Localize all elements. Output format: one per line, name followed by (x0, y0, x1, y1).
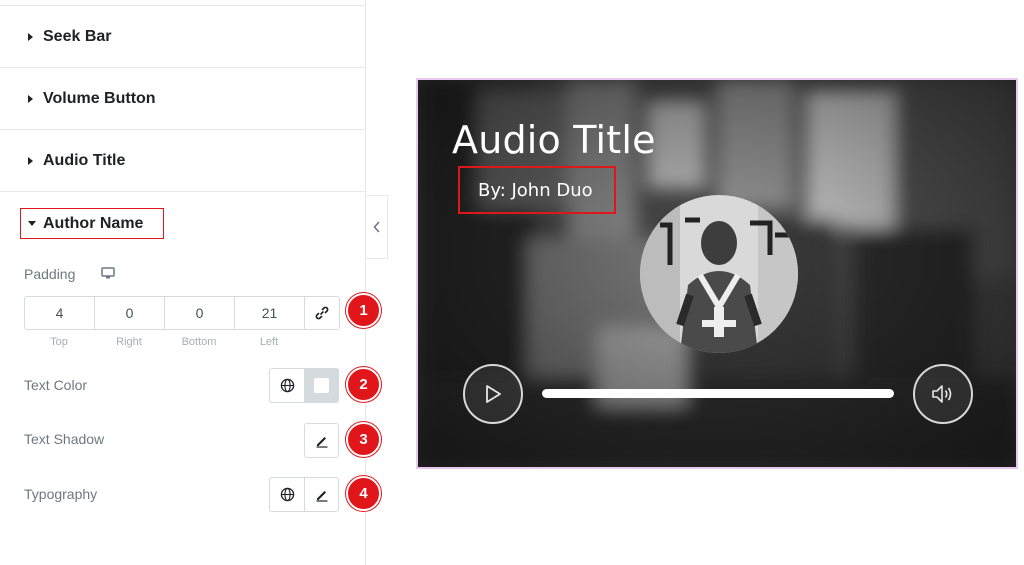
padding-top-input[interactable]: 4 (24, 296, 94, 330)
text-shadow-controls (304, 423, 339, 458)
global-typography-button[interactable] (269, 477, 304, 512)
section-label: Audio Title (43, 151, 126, 169)
album-cover (640, 195, 798, 353)
text-shadow-label: Text Shadow (24, 431, 105, 447)
author-name: By: John Duo (478, 179, 593, 201)
volume-icon (932, 385, 952, 403)
color-swatch (314, 378, 329, 393)
album-cover-image (640, 195, 798, 353)
padding-bottom-input[interactable]: 0 (164, 296, 234, 330)
typography-label: Typography (24, 486, 98, 502)
step-badge-2: 2 (346, 367, 381, 402)
section-label: Author Name (43, 214, 144, 232)
padding-label: Padding (24, 266, 76, 282)
edit-text-shadow-button[interactable] (304, 423, 339, 458)
section-label: Volume Button (43, 89, 156, 107)
settings-panel: Seek Bar Volume Button Audio Title Autho… (0, 0, 381, 565)
pencil-icon (316, 436, 327, 448)
caret-right-icon (28, 156, 33, 165)
section-audio-title[interactable]: Audio Title (0, 130, 366, 192)
audio-player: Audio Title By: John Duo (416, 78, 1018, 469)
volume-button[interactable] (913, 364, 973, 424)
step-badge-3: 3 (346, 422, 381, 457)
caret-right-icon (28, 32, 33, 41)
play-button[interactable] (463, 364, 523, 424)
link-values-button[interactable] (304, 296, 340, 330)
caret-down-icon (28, 221, 36, 226)
chevron-left-icon (372, 221, 380, 233)
caption-left: Left (259, 336, 279, 348)
section-label: Seek Bar (43, 27, 112, 45)
padding-right-input[interactable]: 0 (94, 296, 164, 330)
caption-top: Top (50, 336, 68, 348)
typography-controls (269, 477, 339, 512)
caption-right: Right (116, 336, 142, 348)
audio-title: Audio Title (452, 118, 656, 162)
collapse-panel-button[interactable] (366, 195, 388, 259)
color-picker-button[interactable] (304, 368, 339, 403)
step-badge-1: 1 (346, 293, 381, 328)
section-volume-button[interactable]: Volume Button (0, 68, 366, 130)
global-colors-button[interactable] (269, 368, 304, 403)
link-icon (315, 306, 329, 320)
step-badge-4: 4 (346, 476, 381, 511)
seek-bar[interactable] (542, 389, 894, 398)
caret-right-icon (28, 94, 33, 103)
globe-icon (280, 378, 294, 393)
edit-typography-button[interactable] (304, 477, 339, 512)
desktop-monitor-icon[interactable] (101, 267, 115, 279)
padding-dimensions: 4 0 0 21 (24, 296, 340, 330)
section-seek-bar[interactable]: Seek Bar (0, 6, 366, 68)
text-color-controls (269, 368, 339, 403)
section-author-name[interactable]: Author Name (20, 208, 164, 239)
pencil-icon (316, 490, 327, 502)
play-icon (486, 385, 501, 403)
caption-bottom: Bottom (181, 336, 217, 348)
text-color-label: Text Color (24, 377, 88, 393)
author-name-highlight: By: John Duo (458, 166, 616, 214)
padding-left-input[interactable]: 21 (234, 296, 304, 330)
globe-icon (280, 487, 294, 502)
